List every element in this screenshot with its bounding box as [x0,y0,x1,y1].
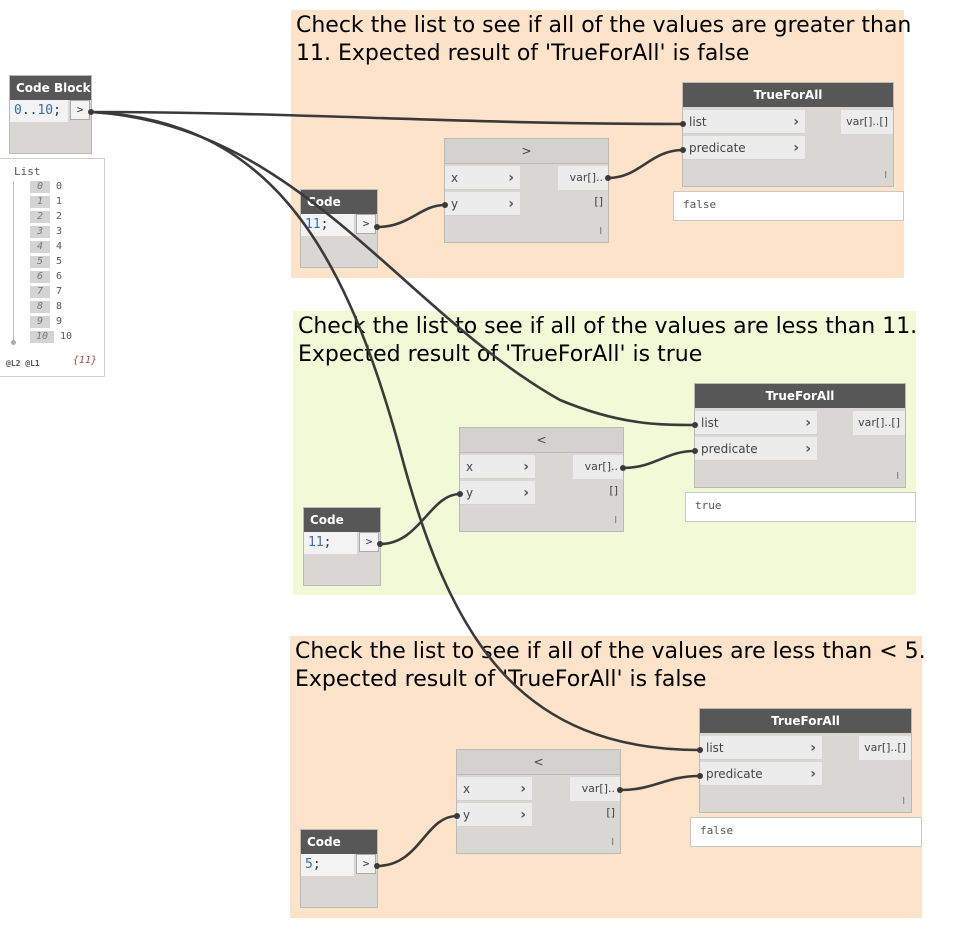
port-dot [605,175,611,181]
port-dot [697,773,703,779]
port-dot [442,202,448,208]
port-dot [377,541,383,547]
port-dot [454,813,460,819]
wire-greater-to-predicate[interactable] [606,148,685,180]
wire-range-to-list-2[interactable] [89,110,697,427]
port-dot [457,491,463,497]
wire-less-to-predicate-2[interactable] [621,449,697,470]
wire-range-to-list-1[interactable] [89,110,685,126]
wire-code-to-less-y-3[interactable] [375,814,459,868]
port-dot [88,109,94,115]
port-dot [620,465,626,471]
port-dot [692,448,698,454]
wire-less-to-predicate-3[interactable] [618,774,702,792]
wire-code-to-greater-y[interactable] [375,203,447,229]
wire-range-to-list-3[interactable] [89,110,702,752]
port-dot [680,121,686,127]
port-dot [697,747,703,753]
port-dot [680,147,686,153]
port-dot [374,863,380,869]
port-dot [374,224,380,230]
port-dot [617,787,623,793]
connector-wires [88,109,703,869]
port-dot [692,422,698,428]
